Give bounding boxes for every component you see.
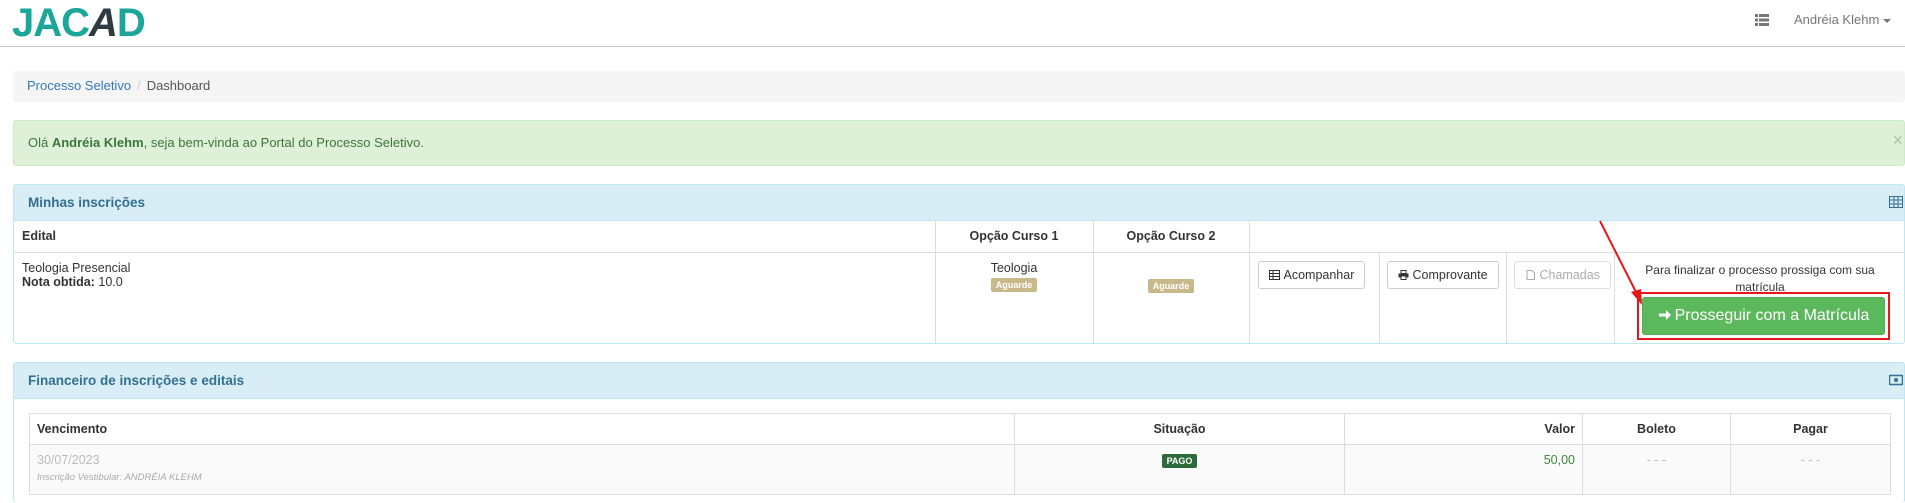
comprovante-button[interactable]: Comprovante [1386, 260, 1499, 289]
close-icon[interactable]: × [1892, 131, 1903, 149]
acompanhar-button[interactable]: Acompanhar [1257, 260, 1366, 289]
welcome-alert: Olá Andréia Klehm, seja bem-vinda ao Por… [13, 120, 1905, 166]
comprovante-label: Comprovante [1412, 267, 1488, 282]
cell-situacao: PAGO [1014, 444, 1345, 495]
user-name: Andréia Klehm [1794, 12, 1880, 27]
inscricoes-panel-heading: Minhas inscrições [14, 185, 1904, 221]
col-opcao-curso-2: Opção Curso 2 [1092, 221, 1249, 253]
financeiro-table: Vencimento Situação Valor Boleto Pagar 3… [29, 413, 1891, 495]
cell-pagar: - - - [1730, 444, 1891, 495]
breadcrumb-link-processo-seletivo[interactable]: Processo Seletivo [27, 78, 131, 93]
opcao1-course: Teologia [990, 260, 1038, 275]
col-edital: Edital [14, 221, 935, 253]
cell-vencimento: 30/07/2023 Inscrição Vestibular: ANDRÉIA… [29, 444, 1015, 495]
cell-edital: Teologia Presencial Nota obtida: 10.0 [14, 252, 935, 343]
alert-prefix: Olá [28, 135, 52, 150]
col-boleto: Boleto [1582, 413, 1731, 445]
col-situacao: Situação [1014, 413, 1345, 445]
vencimento-descricao: Inscrição Vestibular: ANDRÉIA KLEHM [37, 472, 202, 483]
table-header-row: Vencimento Situação Valor Boleto Pagar [29, 413, 1891, 445]
edital-name: Teologia Presencial [22, 260, 131, 275]
cell-boleto: - - - [1582, 444, 1731, 495]
col-actions [1248, 221, 1904, 253]
prosseguir-matricula-button[interactable]: Prosseguir com a Matrícula [1642, 297, 1885, 335]
financeiro-title: Financeiro de inscrições e editais [28, 373, 245, 388]
col-vencimento: Vencimento [29, 413, 1015, 445]
file-pdf-icon [1526, 269, 1535, 280]
user-menu[interactable]: Andréia Klehm [1794, 12, 1892, 27]
nota-label: Nota obtida: [22, 274, 95, 289]
status-badge: Aguarde [990, 277, 1038, 292]
inscricoes-title: Minhas inscrições [28, 195, 146, 210]
status-badge: Aguarde [1147, 278, 1195, 293]
cell-opcao-2: Aguarde [1092, 252, 1249, 343]
alert-suffix: , seja bem-vinda ao Portal do Processo S… [143, 135, 424, 150]
arrow-right-icon [1658, 310, 1671, 320]
table-row: 30/07/2023 Inscrição Vestibular: ANDRÉIA… [29, 444, 1891, 495]
financeiro-panel-heading: Financeiro de inscrições e editais [14, 363, 1904, 399]
grid-menu-icon[interactable] [1755, 14, 1769, 26]
breadcrumb: Processo Seletivo / Dashboard [13, 71, 1905, 102]
print-icon [1398, 269, 1408, 280]
financeiro-panel: Financeiro de inscrições e editais Venci… [13, 362, 1905, 503]
table-icon [1889, 196, 1903, 208]
col-opcao-curso-1: Opção Curso 1 [934, 221, 1093, 253]
cell-opcao-1: Teologia Aguarde [934, 252, 1093, 343]
finalize-text: Para finalizar o processo prossiga com s… [1645, 263, 1875, 294]
chevron-down-icon [1883, 18, 1892, 23]
status-badge: PAGO [1161, 454, 1198, 468]
chamadas-label: Chamadas [1539, 267, 1600, 282]
jacad-logo[interactable]: JACAD [12, 2, 146, 44]
col-valor: Valor [1344, 413, 1583, 445]
col-pagar: Pagar [1730, 413, 1891, 445]
vencimento-date: 30/07/2023 [37, 453, 100, 467]
cell-valor: 50,00 [1344, 444, 1583, 495]
nota-value: 10.0 [98, 274, 123, 289]
table-icon [1268, 269, 1280, 280]
prosseguir-highlight: Prosseguir com a Matrícula [1637, 292, 1890, 340]
money-icon [1889, 374, 1903, 386]
top-navbar: JACAD Andréia Klehm [0, 0, 1905, 47]
alert-user-name: Andréia Klehm [51, 135, 144, 150]
prosseguir-label: Prosseguir com a Matrícula [1674, 307, 1870, 324]
acompanhar-label: Acompanhar [1283, 267, 1355, 282]
breadcrumb-current: Dashboard [146, 78, 211, 93]
breadcrumb-separator: / [137, 78, 141, 93]
